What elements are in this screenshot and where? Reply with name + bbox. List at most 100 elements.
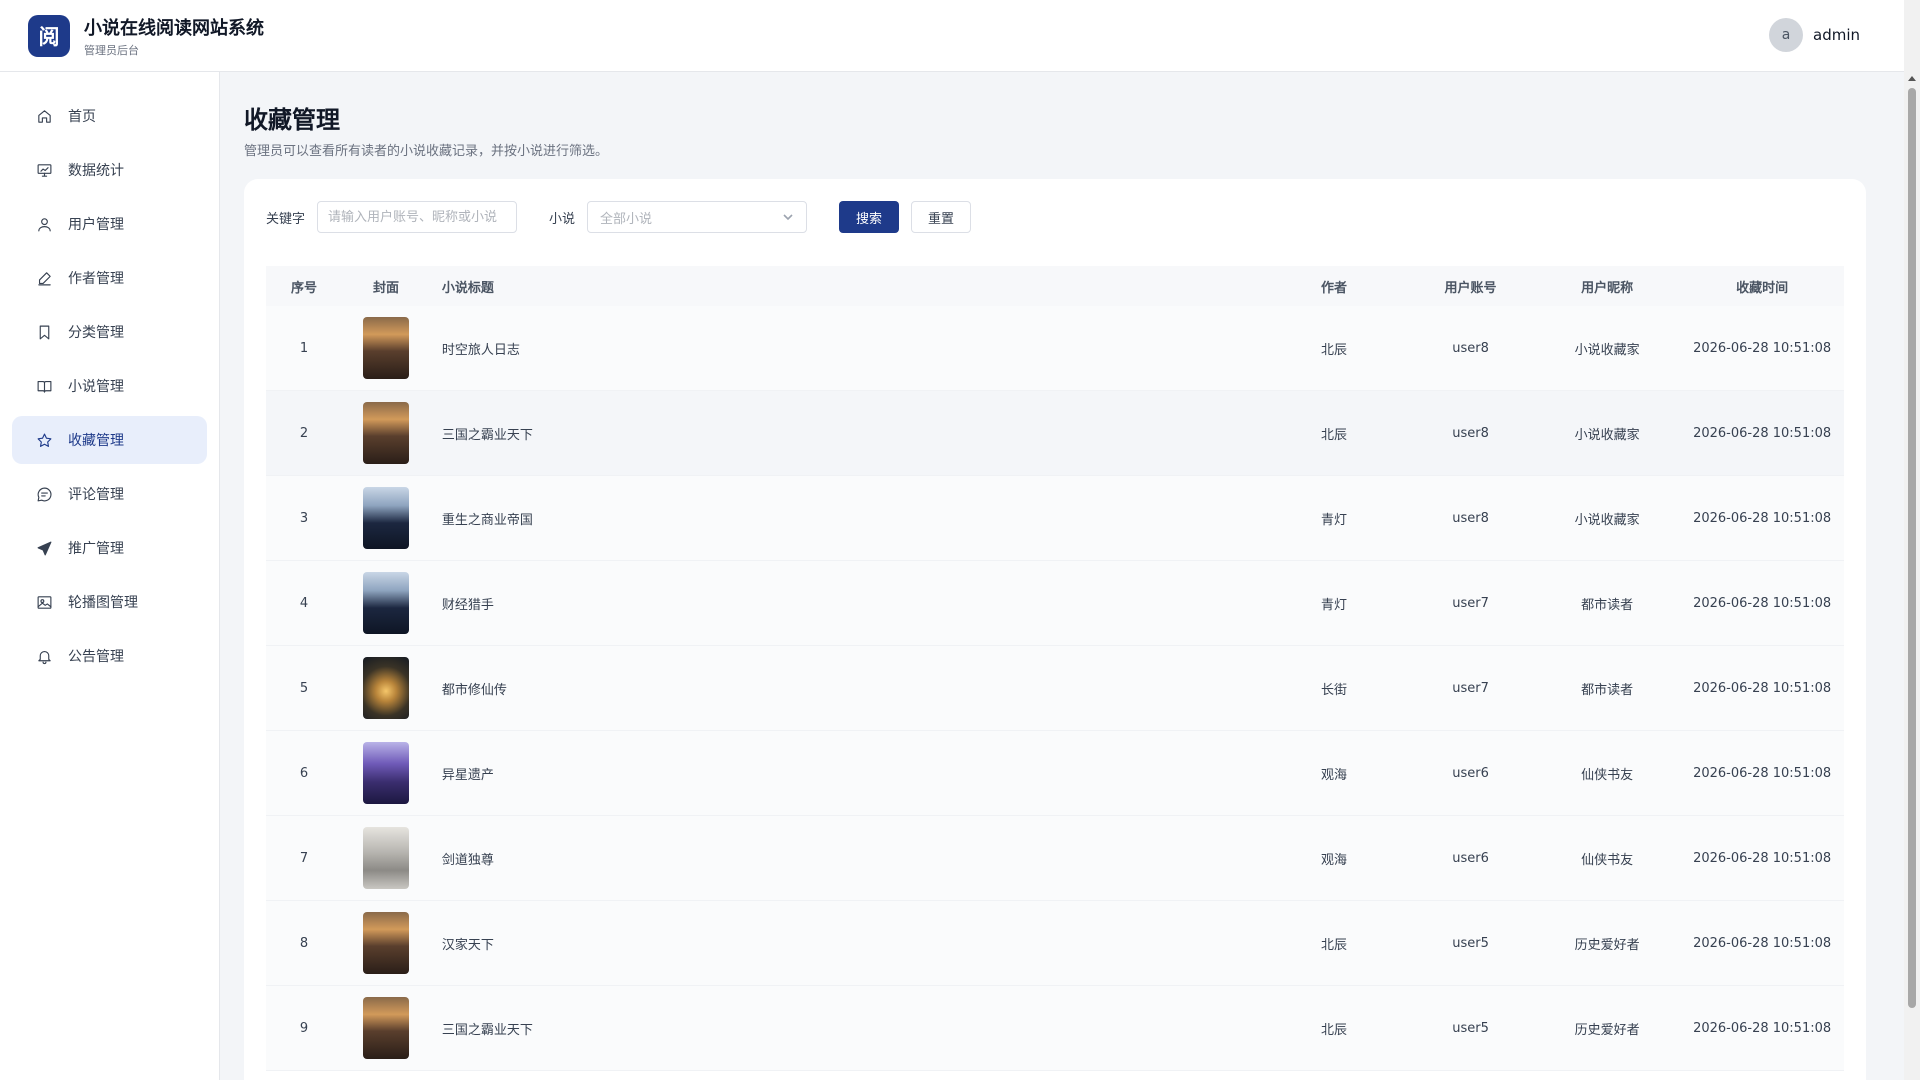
table-row[interactable]: 8 汉家天下 北辰 user5 历史爱好者 2026-06-28 10:51:08: [266, 901, 1844, 986]
app-logo[interactable]: 阅: [28, 14, 70, 57]
cell-account: user6: [1452, 850, 1489, 866]
cell-cover: [342, 997, 430, 1059]
cell-account: user6: [1452, 765, 1489, 781]
cell-cover: [342, 402, 430, 464]
cover-image[interactable]: [362, 402, 409, 464]
book-icon: [34, 376, 54, 396]
cell-index: 2: [299, 425, 309, 441]
table-row[interactable]: 1 时空旅人日志 北辰 user8 小说收藏家 2026-06-28 10:51:08: [266, 306, 1844, 391]
table-row[interactable]: 6 异星遗产 观海 user6 仙侠书友 2026-06-28 10:51:08: [266, 731, 1844, 816]
cell-title: 异星遗产: [441, 767, 494, 783]
sidebar: 首页 数据统计 用户管理 作者管理 分类管理 小说管理 收藏管理 评论管理 推广…: [0, 72, 220, 1080]
keyword-input[interactable]: [317, 201, 518, 233]
brand: 小说在线阅读网站系统 管理员后台: [84, 14, 264, 58]
chart-icon: [34, 160, 54, 180]
page-title: 收藏管理: [244, 106, 340, 134]
header-account: 用户账号: [1444, 280, 1497, 296]
cell-title: 都市修仙传: [441, 682, 507, 698]
sidebar-item-label: 用户管理: [68, 217, 124, 233]
cell-cover: [342, 572, 430, 634]
sidebar-item-users[interactable]: 用户管理: [12, 200, 207, 248]
cover-image[interactable]: [362, 912, 409, 974]
favorites-table: 序号 封面 小说标题 作者 用户账号 用户昵称 收藏时间 1 时空旅人日志 北辰 us…: [266, 266, 1844, 1071]
table-row[interactable]: 4 财经猎手 青灯 user7 都市读者 2026-06-28 10:51:08: [266, 561, 1844, 646]
sidebar-item-label: 推广管理: [68, 541, 124, 557]
cell-title: 时空旅人日志: [441, 342, 520, 358]
cell-index: 6: [299, 765, 309, 781]
cell-cover: [342, 742, 430, 804]
bookmark-icon: [34, 322, 54, 342]
comment-icon: [34, 484, 54, 504]
sidebar-item-announcements[interactable]: 公告管理: [12, 632, 207, 680]
cover-image[interactable]: [362, 742, 409, 804]
sidebar-item-favorites[interactable]: 收藏管理: [12, 416, 207, 464]
cover-image[interactable]: [362, 657, 409, 719]
sidebar-item-promotion[interactable]: 推广管理: [12, 524, 207, 572]
send-icon: [34, 538, 54, 558]
cell-author: 北辰: [1321, 937, 1348, 953]
sidebar-item-categories[interactable]: 分类管理: [12, 308, 207, 356]
cell-nickname: 历史爱好者: [1574, 1022, 1640, 1038]
table-row[interactable]: 5 都市修仙传 长街 user7 都市读者 2026-06-28 10:51:08: [266, 646, 1844, 731]
cell-title: 财经猎手: [441, 597, 494, 613]
search-button[interactable]: 搜索: [839, 201, 900, 233]
table-row[interactable]: 7 剑道独尊 观海 user6 仙侠书友 2026-06-28 10:51:08: [266, 816, 1844, 901]
chevron-down-icon: [783, 214, 793, 221]
app-subtitle: 管理员后台: [84, 43, 139, 57]
scroll-thumb[interactable]: [1908, 88, 1916, 1008]
scroll-up-arrow-icon[interactable]: [1908, 76, 1916, 81]
user-menu[interactable]: a admin: [1769, 18, 1860, 52]
cover-image[interactable]: [362, 572, 409, 634]
cell-index: 5: [299, 680, 309, 696]
sidebar-item-novels[interactable]: 小说管理: [12, 362, 207, 410]
sidebar-item-authors[interactable]: 作者管理: [12, 254, 207, 302]
cell-title: 汉家天下: [441, 937, 494, 953]
sidebar-item-comments[interactable]: 评论管理: [12, 470, 207, 518]
header-title: 小说标题: [441, 280, 494, 296]
sidebar-item-label: 首页: [68, 109, 96, 125]
username[interactable]: admin: [1813, 26, 1860, 44]
table-row[interactable]: 2 三国之霸业天下 北辰 user8 小说收藏家 2026-06-28 10:51:08: [266, 391, 1844, 476]
bell-icon: [34, 646, 54, 666]
cell-cover: [342, 912, 430, 974]
table-row[interactable]: 3 重生之商业帝国 青灯 user8 小说收藏家 2026-06-28 10:51:08: [266, 476, 1844, 561]
cell-time: 2026-06-28 10:51:08: [1693, 850, 1832, 866]
sidebar-item-carousel[interactable]: 轮播图管理: [12, 578, 207, 626]
cell-title: 三国之霸业天下: [441, 1022, 533, 1038]
sidebar-item-label: 收藏管理: [68, 433, 124, 449]
cell-account: user5: [1452, 935, 1489, 951]
cell-cover: [342, 487, 430, 549]
cover-image[interactable]: [362, 317, 409, 379]
header-index: 序号: [291, 280, 318, 296]
cell-index: 3: [299, 510, 309, 526]
cell-time: 2026-06-28 10:51:08: [1693, 765, 1832, 781]
sidebar-item-label: 轮播图管理: [68, 595, 138, 611]
cell-index: 8: [299, 935, 309, 951]
cell-time: 2026-06-28 10:51:08: [1693, 1020, 1832, 1036]
header-time: 收藏时间: [1736, 280, 1789, 296]
sidebar-item-statistics[interactable]: 数据统计: [12, 146, 207, 194]
cell-title: 重生之商业帝国: [441, 512, 533, 528]
image-icon: [34, 592, 54, 612]
sidebar-item-home[interactable]: 首页: [12, 92, 207, 140]
user-icon: [34, 214, 54, 234]
sidebar-item-label: 小说管理: [68, 379, 124, 395]
page-scrollbar[interactable]: [1904, 0, 1920, 1080]
cell-account: user7: [1452, 680, 1489, 696]
star-icon: [34, 430, 54, 450]
cover-image[interactable]: [362, 487, 409, 549]
cell-index: 4: [299, 595, 309, 611]
cover-image[interactable]: [362, 997, 409, 1059]
novel-select[interactable]: 全部小说: [587, 201, 808, 233]
cell-account: user7: [1452, 595, 1489, 611]
cell-nickname: 历史爱好者: [1574, 937, 1640, 953]
header-nickname: 用户昵称: [1581, 280, 1634, 296]
table-row[interactable]: 9 三国之霸业天下 北辰 user5 历史爱好者 2026-06-28 10:51:08: [266, 986, 1844, 1071]
cell-author: 北辰: [1321, 1022, 1348, 1038]
cover-image[interactable]: [362, 827, 409, 889]
cell-nickname: 都市读者: [1581, 682, 1634, 698]
reset-button[interactable]: 重置: [911, 201, 972, 233]
avatar[interactable]: a: [1769, 18, 1803, 52]
cell-author: 长街: [1321, 682, 1348, 698]
sidebar-item-label: 数据统计: [68, 163, 124, 179]
